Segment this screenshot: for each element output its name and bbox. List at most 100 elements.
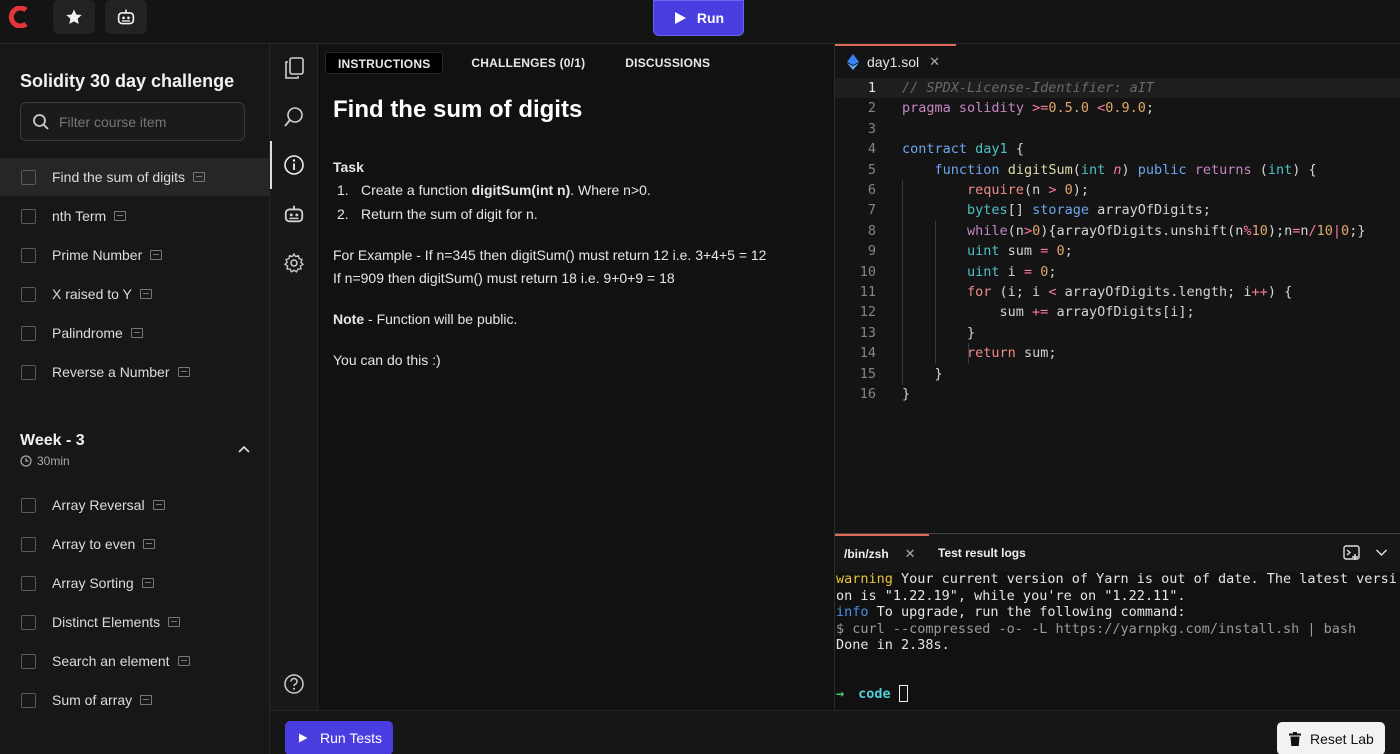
tab-test-logs[interactable]: Test result logs — [938, 546, 1026, 560]
course-item-label: Array Sorting — [52, 575, 134, 591]
code-editor[interactable]: day1.sol ✕ 1// SPDX-License-Identifier: … — [834, 44, 1400, 533]
search-button[interactable] — [281, 104, 307, 130]
run-button[interactable]: Run — [653, 0, 744, 36]
star-icon — [66, 9, 82, 25]
checkbox[interactable] — [21, 575, 36, 591]
lab-icon — [130, 328, 143, 338]
activity-rail — [270, 44, 318, 710]
ai-assistant-rail-button[interactable] — [281, 201, 307, 227]
close-icon[interactable]: ✕ — [929, 54, 940, 70]
file-tab[interactable]: day1.sol ✕ — [835, 44, 956, 78]
code-line: 6 require(n > 0); — [867, 182, 1090, 198]
course-item[interactable]: X raised to Y — [0, 275, 270, 313]
terminal-prompt[interactable]: → code — [836, 685, 908, 702]
checkbox[interactable] — [21, 169, 36, 185]
favorites-button[interactable] — [53, 0, 95, 34]
task-heading: Task — [333, 159, 364, 175]
terminal-tabs: /bin/zsh ✕ Test result logs — [835, 534, 1400, 572]
tab-challenges[interactable]: CHALLENGES (0/1) — [459, 52, 597, 74]
run-button-label: Run — [696, 10, 725, 26]
logo-icon[interactable] — [6, 6, 32, 28]
code-line: 12 sum += arrayOfDigits[i]; — [859, 304, 1195, 321]
course-item[interactable]: Array Reversal — [0, 486, 270, 524]
course-item[interactable]: Palindrome — [0, 314, 270, 352]
chevron-down-icon[interactable] — [1375, 548, 1388, 557]
reset-lab-button[interactable]: Reset Lab — [1277, 722, 1385, 754]
checkbox[interactable] — [21, 653, 36, 669]
tab-instructions[interactable]: INSTRUCTIONS — [325, 52, 444, 74]
settings-button[interactable] — [281, 250, 307, 276]
course-item[interactable]: Prime Number — [0, 236, 270, 274]
rail-selection-indicator — [270, 141, 272, 189]
lab-icon — [140, 695, 153, 705]
checkbox[interactable] — [21, 364, 36, 380]
filter-input[interactable] — [59, 103, 239, 140]
robot-icon — [117, 9, 135, 25]
help-button[interactable] — [281, 671, 307, 697]
note-label: Note — [333, 311, 365, 327]
info-tag: info — [836, 604, 869, 620]
step1-prefix: Create a function — [361, 182, 472, 198]
done-line: Done in 2.38s. — [836, 637, 950, 653]
lab-icon — [177, 367, 190, 377]
top-bar: Run — [0, 0, 1400, 44]
run-tests-button[interactable]: Run Tests — [285, 721, 393, 754]
checkbox[interactable] — [21, 208, 36, 224]
week-title: Week - 3 — [20, 432, 85, 449]
prompt-arrow: → — [836, 685, 845, 702]
course-item[interactable]: Array Sorting — [0, 564, 270, 602]
tab-shell[interactable]: /bin/zsh ✕ — [835, 534, 929, 572]
ai-assistant-button[interactable] — [105, 0, 147, 34]
course-item[interactable]: Array to even — [0, 525, 270, 563]
closing-text: You can do this :) — [333, 352, 441, 368]
course-item[interactable]: Search an element — [0, 642, 270, 680]
bottom-bar: Run Tests Reset Lab — [270, 710, 1400, 754]
checkbox[interactable] — [21, 325, 36, 341]
terminal-cursor — [898, 685, 908, 702]
course-item-label: Reverse a Number — [52, 364, 170, 380]
code-line: 2 pragma solidity >=0.5.0 <0.9.0; — [867, 100, 1155, 117]
new-terminal-icon[interactable] — [1343, 545, 1361, 561]
course-item-label: Sum of array — [52, 692, 133, 708]
code-line: 7 bytes[] storage arrayOfDigits; — [867, 202, 1211, 219]
warning-tag: warning — [836, 571, 893, 587]
checkbox[interactable] — [21, 247, 36, 263]
list-item: 2. Return the sum of digit for n. — [337, 206, 538, 222]
step1-function: digitSum(int n) — [471, 182, 571, 198]
code-line: 13 } — [859, 324, 976, 341]
step2-text: Return the sum of digit for n. — [361, 206, 538, 222]
checkbox[interactable] — [21, 497, 36, 513]
search-icon — [284, 107, 303, 127]
ethereum-icon — [847, 54, 859, 70]
close-icon[interactable]: ✕ — [905, 546, 916, 562]
course-item-label: Array Reversal — [52, 497, 145, 513]
course-item-label: Distinct Elements — [52, 614, 161, 630]
code-line: 1// SPDX-License-Identifier: aIT — [835, 78, 1400, 99]
info-icon — [284, 155, 304, 175]
course-item[interactable]: Find the sum of digits — [0, 158, 270, 196]
checkbox[interactable] — [21, 692, 36, 708]
course-item[interactable]: Distinct Elements — [0, 603, 270, 641]
instruction-tabs: INSTRUCTIONS CHALLENGES (0/1) DISCUSSION… — [325, 52, 738, 74]
chevron-up-icon[interactable] — [237, 444, 251, 454]
terminal-panel[interactable]: /bin/zsh ✕ Test result logs warning Your… — [834, 533, 1400, 710]
lab-icon — [114, 211, 127, 221]
checkbox[interactable] — [21, 536, 36, 552]
note-text: - Function will be public. — [364, 311, 518, 327]
course-filter — [20, 102, 245, 141]
course-item[interactable]: nth Term — [0, 197, 270, 235]
run-tests-label: Run Tests — [320, 730, 382, 746]
info-text: To upgrade, run the following command: — [868, 604, 1186, 620]
warning-text: Your current version of Yarn is out of d… — [836, 571, 1397, 604]
files-button[interactable] — [281, 55, 307, 81]
course-item-label: Palindrome — [52, 325, 123, 341]
lab-icon — [177, 656, 190, 666]
course-item[interactable]: Sum of array — [0, 681, 270, 719]
tab-discussions[interactable]: DISCUSSIONS — [613, 52, 722, 74]
checkbox[interactable] — [21, 614, 36, 630]
checkbox[interactable] — [21, 286, 36, 302]
course-item[interactable]: Reverse a Number — [0, 353, 270, 391]
instructions-button[interactable] — [281, 152, 307, 178]
course-item-label: Prime Number — [52, 247, 143, 263]
example-line-1: For Example - If n=345 then digitSum() m… — [333, 247, 767, 263]
